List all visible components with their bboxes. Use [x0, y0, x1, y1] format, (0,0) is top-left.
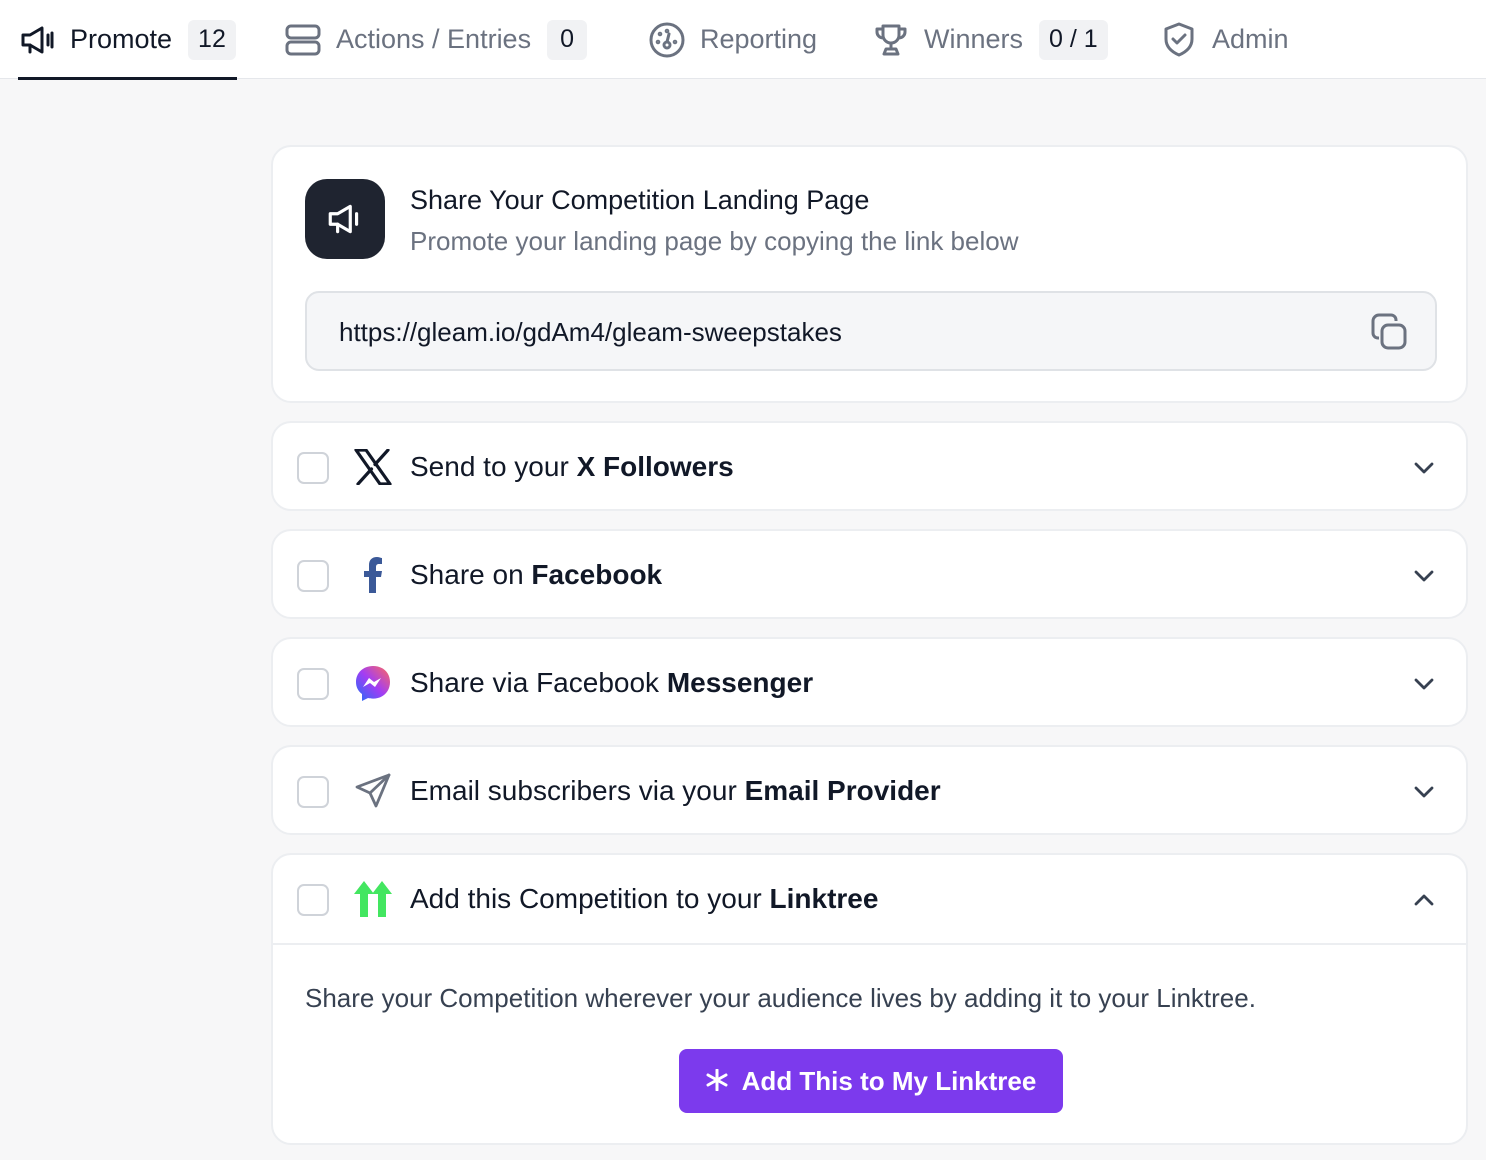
linktree-icon: [353, 879, 393, 919]
landing-page-url-field[interactable]: https://gleam.io/gdAm4/gleam-sweepstakes: [305, 291, 1437, 371]
chevron-down-icon[interactable]: [1412, 456, 1436, 480]
count-badge: 0 / 1: [1039, 19, 1108, 60]
tab-label: Winners: [924, 24, 1024, 54]
card-title: Share Your Competition Landing Page: [410, 185, 870, 215]
action-label: Add this Competition to your Linktree: [410, 883, 879, 914]
landing-page-url[interactable]: https://gleam.io/gdAm4/gleam-sweepstakes: [339, 317, 842, 348]
chevron-down-icon[interactable]: [1412, 780, 1436, 804]
accordion-header[interactable]: Email subscribers via your Email Provide…: [273, 747, 1466, 835]
accordion-header[interactable]: Send to your X Followers: [273, 423, 1466, 511]
action-checkbox[interactable]: [297, 452, 329, 484]
messenger-icon: [353, 663, 393, 703]
linktree-description: Share your Competition wherever your aud…: [305, 983, 1256, 1013]
action-label: Send to your X Followers: [410, 451, 734, 482]
action-checkbox[interactable]: [297, 560, 329, 592]
action-email-provider: Email subscribers via your Email Provide…: [271, 745, 1468, 835]
action-facebook-messenger: Share via Facebook Messenger: [271, 637, 1468, 727]
megaphone-icon: [305, 179, 385, 259]
action-label: Share on Facebook: [410, 559, 663, 590]
tab-actions-entries[interactable]: Actions / Entries 0: [284, 0, 588, 79]
action-linktree: Add this Competition to your Linktree Sh…: [271, 853, 1468, 1145]
action-checkbox[interactable]: [297, 668, 329, 700]
stack-icon: [284, 21, 322, 59]
chevron-up-icon[interactable]: [1412, 888, 1436, 912]
action-checkbox[interactable]: [297, 776, 329, 808]
add-to-linktree-button[interactable]: Add This to My Linktree: [679, 1049, 1063, 1113]
divider: [273, 943, 1466, 945]
action-facebook-share: Share on Facebook: [271, 529, 1468, 619]
button-label: Add This to My Linktree: [741, 1065, 1037, 1096]
x-logo-icon: [353, 447, 393, 487]
tab-label: Reporting: [700, 24, 818, 54]
top-nav: Promote 12 Actions / Entries 0 Reporting: [0, 0, 1486, 80]
active-tab-indicator: [18, 77, 237, 80]
megaphone-icon: [18, 21, 56, 59]
tab-admin[interactable]: Admin: [1160, 0, 1289, 79]
copy-icon[interactable]: [1369, 312, 1409, 352]
chevron-down-icon[interactable]: [1412, 672, 1436, 696]
tab-reporting[interactable]: Reporting: [648, 0, 817, 79]
count-badge: 0: [547, 19, 588, 60]
accordion-header[interactable]: Share on Facebook: [273, 531, 1466, 619]
action-checkbox[interactable]: [297, 884, 329, 916]
gauge-icon: [648, 21, 686, 59]
share-landing-page-card: Share Your Competition Landing Page Prom…: [271, 145, 1468, 403]
count-badge: 12: [188, 19, 236, 60]
card-subtitle: Promote your landing page by copying the…: [410, 226, 1019, 256]
tab-promote[interactable]: Promote 12: [18, 0, 236, 79]
trophy-icon: [872, 21, 910, 59]
accordion-header[interactable]: Add this Competition to your Linktree: [273, 855, 1466, 943]
chevron-down-icon[interactable]: [1412, 564, 1436, 588]
tab-label: Admin: [1212, 24, 1289, 54]
asterisk-icon: [706, 1068, 728, 1094]
tab-label: Actions / Entries: [336, 24, 532, 54]
tab-winners[interactable]: Winners 0 / 1: [872, 0, 1108, 79]
tab-label: Promote: [70, 24, 173, 54]
shield-check-icon: [1160, 21, 1198, 59]
action-label: Email subscribers via your Email Provide…: [410, 775, 941, 806]
facebook-icon: [353, 555, 393, 595]
accordion-header[interactable]: Share via Facebook Messenger: [273, 639, 1466, 727]
action-x-followers: Send to your X Followers: [271, 421, 1468, 511]
action-label: Share via Facebook Messenger: [410, 667, 814, 698]
paper-plane-icon: [353, 771, 393, 811]
